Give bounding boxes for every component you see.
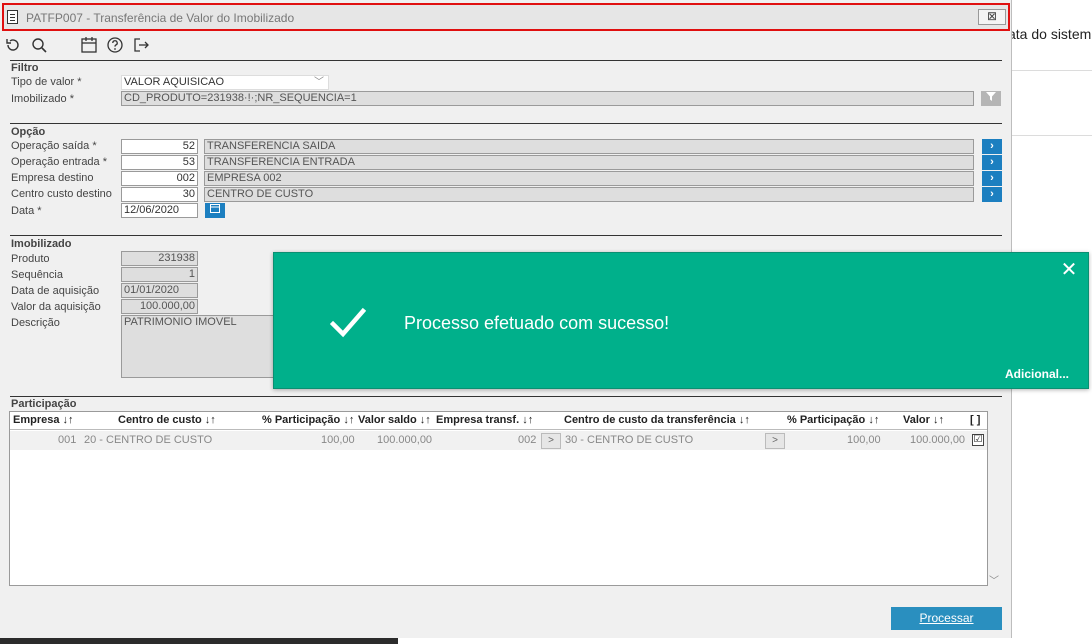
cell-participacao: 100,00 <box>321 434 355 446</box>
empresa-destino-code[interactable]: 002 <box>121 171 198 186</box>
exit-icon[interactable] <box>132 36 150 54</box>
window-close-button[interactable]: ⊠ <box>978 9 1006 25</box>
imobilizado-label: Imobilizado * <box>11 93 74 105</box>
background-text: ata do sistem <box>1008 26 1092 42</box>
descricao-field: PATRIMONIO IMOVEL <box>121 315 281 378</box>
operacao-saida-label: Operação saída * <box>11 140 97 152</box>
title-bar: PATFP007 - Transferência de Valor do Imo… <box>2 3 1010 31</box>
empresa-destino-label: Empresa destino <box>11 172 94 184</box>
calendar-icon <box>210 204 220 213</box>
section-divider <box>10 123 1002 124</box>
operacao-saida-lookup-button[interactable]: › <box>982 139 1002 154</box>
col-valor-saldo[interactable]: Valor saldo ↓↑ <box>358 414 431 426</box>
table-header: Empresa ↓↑ Centro de custo ↓↑ % Particip… <box>10 412 987 430</box>
table-row[interactable]: 001 20 - CENTRO DE CUSTO 100,00 100.000,… <box>10 431 987 450</box>
scroll-down-icon[interactable]: ﹀ <box>989 572 999 587</box>
success-toast: Processo efetuado com sucesso! ✕ Adicion… <box>273 252 1089 389</box>
operacao-saida-desc: TRANSFERENCIA SAIDA <box>204 139 974 154</box>
valor-aquisicao-field: 100.000,00 <box>121 299 198 314</box>
col-participacao-transf[interactable]: % Participação ↓↑ <box>787 414 879 426</box>
cell-valor-saldo: 100.000,00 <box>377 434 433 446</box>
background-divider <box>1012 135 1092 136</box>
opcao-title: Opção <box>11 126 46 138</box>
operacao-saida-code[interactable]: 52 <box>121 139 198 154</box>
participacao-table: Empresa ↓↑ Centro de custo ↓↑ % Particip… <box>9 411 988 586</box>
data-field[interactable]: 12/06/2020 <box>121 203 198 218</box>
filter-button[interactable] <box>981 91 1001 106</box>
cell-empresa: 001 <box>58 434 77 446</box>
search-icon[interactable] <box>30 36 48 54</box>
taskbar-strip <box>0 638 398 644</box>
data-label: Data * <box>11 205 42 217</box>
col-select[interactable]: [ ] <box>970 414 980 426</box>
chevron-down-icon: ﹀ <box>314 77 324 88</box>
produto-label: Produto <box>11 253 50 265</box>
sequencia-field: 1 <box>121 267 198 282</box>
operacao-entrada-label: Operação entrada * <box>11 156 108 168</box>
col-empresa[interactable]: Empresa ↓↑ <box>13 414 74 426</box>
cell-centro-custo-transf: 30 - CENTRO DE CUSTO <box>565 434 694 446</box>
imobilizado-field[interactable]: CD_PRODUTO=231938·!·;NR_SEQUENCIA=1 <box>121 91 974 106</box>
background-divider <box>1012 70 1092 71</box>
descricao-label: Descrição <box>11 317 60 329</box>
col-valor[interactable]: Valor ↓↑ <box>903 414 944 426</box>
section-divider <box>10 396 1002 397</box>
col-participacao[interactable]: % Participação ↓↑ <box>262 414 354 426</box>
filter-icon <box>986 92 996 101</box>
empresa-destino-desc: EMPRESA 002 <box>204 171 974 186</box>
cell-participacao-transf: 100,00 <box>847 434 881 446</box>
operacao-entrada-lookup-button[interactable]: › <box>982 155 1002 170</box>
centro-custo-destino-lookup-button[interactable]: › <box>982 187 1002 202</box>
data-aquisicao-label: Data de aquisição <box>11 285 100 297</box>
participacao-title: Participação <box>11 398 77 410</box>
empresa-transf-lookup-button[interactable]: > <box>541 433 561 449</box>
centro-custo-destino-label: Centro custo destino <box>11 188 112 200</box>
operacao-entrada-desc: TRANSFERENCIA ENTRADA <box>204 155 974 170</box>
section-divider <box>10 60 1002 61</box>
tipo-valor-label: Tipo de valor * <box>11 76 82 88</box>
imobilizado-title: Imobilizado <box>11 238 72 250</box>
calendar-icon[interactable] <box>80 36 98 54</box>
processar-button[interactable]: Processar <box>891 607 1002 630</box>
empresa-destino-lookup-button[interactable]: › <box>982 171 1002 186</box>
col-empresa-transf[interactable]: Empresa transf. ↓↑ <box>436 414 533 426</box>
produto-field: 231938 <box>121 251 198 266</box>
data-aquisicao-field: 01/01/2020 <box>121 283 198 298</box>
close-icon[interactable]: ✕ <box>1060 260 1078 280</box>
operacao-entrada-code[interactable]: 53 <box>121 155 198 170</box>
tipo-valor-select[interactable]: VALOR AQUISICAO ﹀ <box>121 75 329 90</box>
help-icon[interactable] <box>106 36 124 54</box>
valor-aquisicao-label: Valor da aquisição <box>11 301 101 313</box>
centro-custo-destino-code[interactable]: 30 <box>121 187 198 202</box>
sequencia-label: Sequência <box>11 269 63 281</box>
toast-message: Processo efetuado com sucesso! <box>404 313 670 333</box>
document-icon <box>7 10 18 24</box>
toast-additional-link[interactable]: Adicional... <box>1005 367 1069 381</box>
filtro-title: Filtro <box>11 62 39 74</box>
tipo-valor-value: VALOR AQUISICAO <box>124 76 225 88</box>
section-divider <box>10 235 1002 236</box>
refresh-icon[interactable] <box>4 36 22 54</box>
window-title: PATFP007 - Transferência de Valor do Imo… <box>26 11 295 25</box>
cell-empresa-transf: 002 <box>518 434 537 446</box>
centro-custo-transf-lookup-button[interactable]: > <box>765 433 785 449</box>
checkmark-icon <box>330 307 366 338</box>
cell-valor: 100.000,00 <box>910 434 966 446</box>
centro-custo-destino-desc: CENTRO DE CUSTO <box>204 187 974 202</box>
cell-centro-custo: 20 - CENTRO DE CUSTO <box>84 434 213 446</box>
col-centro-custo-transf[interactable]: Centro de custo da transferência ↓↑ <box>564 414 750 426</box>
col-centro-custo[interactable]: Centro de custo ↓↑ <box>118 414 216 426</box>
date-picker-button[interactable] <box>205 203 225 218</box>
row-checkbox[interactable]: ☑ <box>972 434 984 446</box>
